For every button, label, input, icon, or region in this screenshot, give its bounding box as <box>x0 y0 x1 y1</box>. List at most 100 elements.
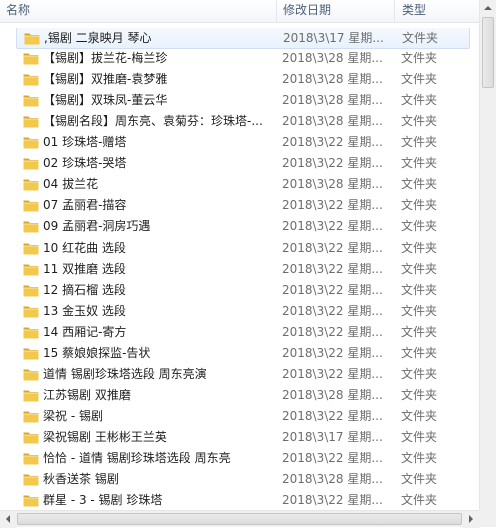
folder-name: 秋香送茶 锡剧 <box>43 472 119 487</box>
folder-row[interactable]: 群星 - 3 - 锡剧 珍珠塔 2018\3\22 星期... 文件夹 <box>16 490 470 508</box>
arrow-right-icon <box>469 515 473 523</box>
folder-type: 文件夹 <box>401 114 438 129</box>
folder-type: 文件夹 <box>401 93 438 108</box>
folder-modified-date: 2018\3\17 星期... <box>282 429 383 444</box>
folder-name: 群星 - 3 - 锡剧 珍珠塔 <box>43 493 163 508</box>
folder-modified-date: 2018\3\22 星期... <box>282 135 383 150</box>
scrollbar-corner <box>479 510 496 527</box>
folder-modified-date: 2018\3\28 星期... <box>282 93 383 108</box>
vertical-scrollbar[interactable] <box>479 0 496 510</box>
folder-icon <box>23 285 39 297</box>
folder-modified-date: 2018\3\17 星期... <box>283 31 384 45</box>
folder-name: 【锡剧】双珠凤-董云华 <box>43 93 168 108</box>
folder-icon <box>23 116 39 128</box>
folder-modified-date: 2018\3\22 星期... <box>282 261 383 276</box>
folder-row[interactable]: 【锡剧名段】周东亮、袁菊芬：珍珠塔-... 2018\3\28 星期... 文件夹 <box>16 111 470 133</box>
folder-row[interactable]: 梁祝 - 锡剧 2018\3\22 星期... 文件夹 <box>16 406 470 428</box>
folder-row[interactable]: 梁祝锡剧 王彬彬王兰英 2018\3\17 星期... 文件夹 <box>16 427 470 449</box>
folder-row[interactable]: 恰恰 - 道情 锡剧珍珠塔选段 周东亮 2018\3\22 星期... 文件夹 <box>16 448 470 470</box>
scroll-left-button[interactable] <box>0 511 16 528</box>
folder-row[interactable]: 13 金玉奴 选段 2018\3\22 星期... 文件夹 <box>16 301 470 323</box>
folder-icon <box>23 137 39 149</box>
folder-icon <box>23 369 39 381</box>
folder-name: 14 西厢记-寄方 <box>43 324 127 339</box>
folder-icon <box>23 179 39 191</box>
folder-row[interactable]: 道情 锡剧珍珠塔选段 周东亮演 2018\3\22 星期... 文件夹 <box>16 364 470 386</box>
folder-row[interactable]: 15 蔡娘娘探监-告状 2018\3\22 星期... 文件夹 <box>16 343 470 365</box>
folder-name: 15 蔡娘娘探监-告状 <box>43 345 151 360</box>
folder-icon <box>23 221 39 233</box>
folder-row[interactable]: 【锡剧】双珠凤-董云华 2018\3\28 星期... 文件夹 <box>16 90 470 112</box>
folder-modified-date: 2018\3\28 星期... <box>282 72 383 87</box>
folder-name: 【锡剧】双推磨-袁梦雅 <box>43 72 168 87</box>
folder-row[interactable]: 07 孟丽君-描容 2018\3\22 星期... 文件夹 <box>16 195 470 217</box>
folder-icon <box>23 53 39 65</box>
folder-type: 文件夹 <box>401 493 438 508</box>
folder-row[interactable]: 秋香送茶 锡剧 2018\3\28 星期... 文件夹 <box>16 469 470 491</box>
folder-name: 09 孟丽君-洞房巧遇 <box>43 219 151 234</box>
folder-modified-date: 2018\3\22 星期... <box>282 303 383 318</box>
folder-name: 道情 锡剧珍珠塔选段 周东亮演 <box>43 366 207 381</box>
arrow-up-icon <box>484 6 492 10</box>
folder-type: 文件夹 <box>401 345 438 360</box>
folder-row[interactable]: 14 西厢记-寄方 2018\3\22 星期... 文件夹 <box>16 322 470 344</box>
folder-type: 文件夹 <box>401 282 438 297</box>
folder-icon <box>23 158 39 170</box>
column-divider[interactable] <box>394 0 395 22</box>
folder-name: 02 珍珠塔-哭塔 <box>43 156 127 171</box>
folder-icon <box>23 306 39 318</box>
folder-modified-date: 2018\3\22 星期... <box>282 366 383 381</box>
folder-name: 10 红花曲 选段 <box>43 240 126 255</box>
column-header-modified[interactable]: 修改日期 <box>283 0 393 22</box>
folder-row[interactable]: 02 珍珠塔-哭塔 2018\3\22 星期... 文件夹 <box>16 153 470 175</box>
folder-icon <box>23 95 39 107</box>
folder-row[interactable]: 09 孟丽君-洞房巧遇 2018\3\22 星期... 文件夹 <box>16 216 470 238</box>
scroll-up-button[interactable] <box>480 0 496 17</box>
folder-icon <box>23 411 39 423</box>
folder-row[interactable]: ,锡剧 二泉映月 琴心 2018\3\17 星期... 文件夹 <box>16 28 470 49</box>
column-divider[interactable] <box>276 0 277 22</box>
folder-type: 文件夹 <box>401 408 438 423</box>
folder-row[interactable]: 11 双推磨 选段 2018\3\22 星期... 文件夹 <box>16 259 470 281</box>
folder-row[interactable]: 12 摘石榴 选段 2018\3\22 星期... 文件夹 <box>16 280 470 302</box>
folder-name: ,锡剧 二泉映月 琴心 <box>44 31 152 45</box>
folder-modified-date: 2018\3\28 星期... <box>282 387 383 402</box>
arrow-left-icon <box>6 515 10 523</box>
folder-type: 文件夹 <box>401 387 438 402</box>
folder-icon <box>23 327 39 339</box>
folder-type: 文件夹 <box>401 135 438 150</box>
folder-modified-date: 2018\3\22 星期... <box>282 451 383 465</box>
vertical-scroll-thumb[interactable] <box>482 17 494 88</box>
column-header-type[interactable]: 类型 <box>402 0 477 22</box>
folder-icon <box>23 74 39 86</box>
folder-row[interactable]: 【锡剧】拔兰花-梅兰珍 2018\3\28 星期... 文件夹 <box>16 48 470 70</box>
folder-name: 【锡剧名段】周东亮、袁菊芬：珍珠塔-... <box>43 114 263 129</box>
folder-name: 04 拔兰花 <box>43 177 99 192</box>
scroll-right-button[interactable] <box>463 511 479 528</box>
folder-type: 文件夹 <box>401 324 438 339</box>
folder-modified-date: 2018\3\22 星期... <box>282 408 383 423</box>
folder-modified-date: 2018\3\22 星期... <box>282 345 383 360</box>
folder-icon <box>23 348 39 360</box>
folder-icon <box>23 495 39 507</box>
folder-icon <box>23 474 39 486</box>
folder-row[interactable]: 【锡剧】双推磨-袁梦雅 2018\3\28 星期... 文件夹 <box>16 69 470 91</box>
folder-row[interactable]: 江苏锡剧 双推磨 2018\3\28 星期... 文件夹 <box>16 385 470 407</box>
column-header-bar: 名称 修改日期 类型 <box>0 0 479 23</box>
folder-icon <box>24 33 40 45</box>
folder-type: 文件夹 <box>401 51 438 66</box>
folder-row[interactable]: 01 珍珠塔-赠塔 2018\3\22 星期... 文件夹 <box>16 132 470 154</box>
folder-row[interactable]: 10 红花曲 选段 2018\3\22 星期... 文件夹 <box>16 238 470 260</box>
folder-modified-date: 2018\3\22 星期... <box>282 156 383 171</box>
folder-name: 11 双推磨 选段 <box>43 261 126 276</box>
horizontal-scroll-thumb[interactable] <box>17 513 462 525</box>
folder-name: 【锡剧】拔兰花-梅兰珍 <box>43 51 168 66</box>
folder-icon <box>23 243 39 254</box>
folder-type: 文件夹 <box>401 219 438 234</box>
folder-modified-date: 2018\3\22 星期... <box>282 324 383 339</box>
folder-row[interactable]: 04 拔兰花 2018\3\28 星期... 文件夹 <box>16 174 470 196</box>
folder-modified-date: 2018\3\22 星期... <box>282 219 383 234</box>
horizontal-scrollbar[interactable] <box>0 510 479 528</box>
column-header-name[interactable]: 名称 <box>6 0 266 22</box>
folder-icon <box>23 453 39 465</box>
